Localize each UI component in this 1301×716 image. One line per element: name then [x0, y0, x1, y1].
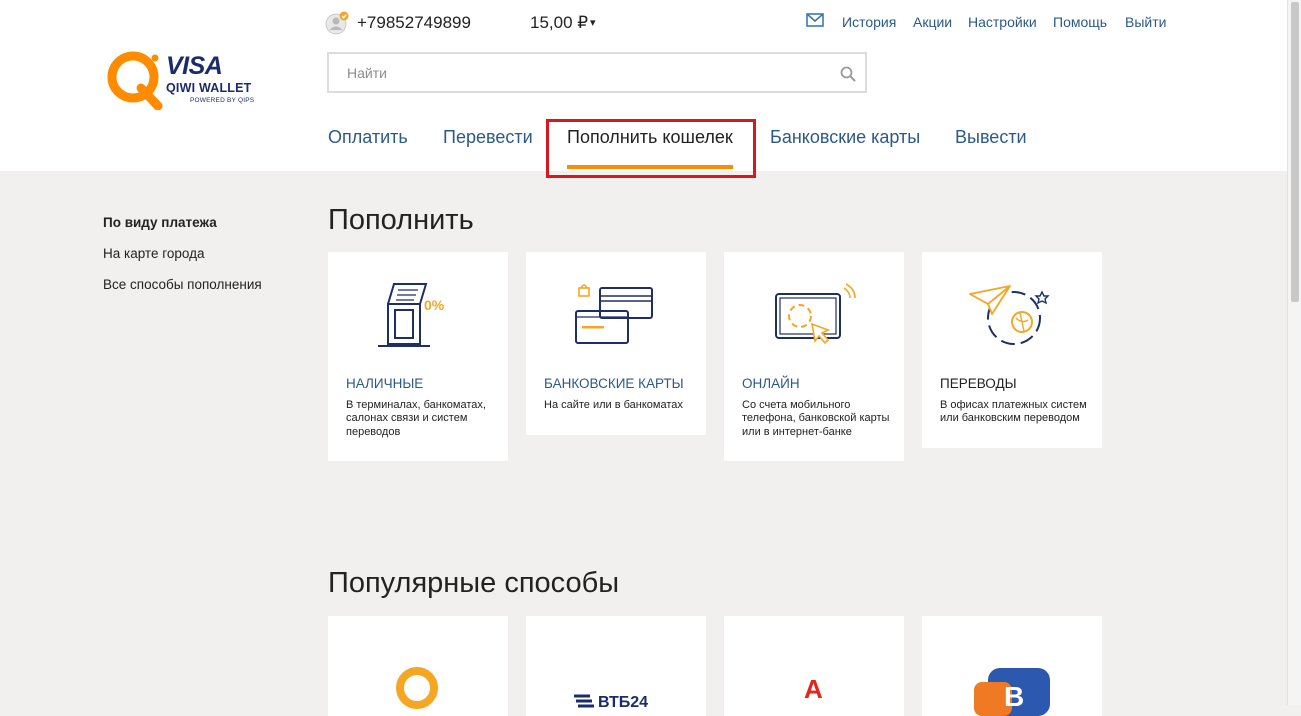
logo-product: QIWI WALLET: [166, 81, 252, 95]
card-bank-cards[interactable]: БАНКОВСКИЕ КАРТЫ На сайте или в банкомат…: [526, 252, 706, 435]
sidebar-item-by-payment-type[interactable]: По виду платежа: [103, 215, 217, 230]
nav-withdraw[interactable]: Вывести: [955, 127, 1027, 148]
vtb24-label: ВТБ24: [598, 694, 648, 710]
popular-methods-title: Популярные способы: [328, 567, 620, 599]
alfa-bank-logo-icon: А: [804, 674, 823, 704]
scrollbar-thumb[interactable]: [1291, 2, 1299, 302]
card-title: ПЕРЕВОДЫ: [940, 376, 1017, 391]
qiwi-wallet-logo[interactable]: VISA QIWI WALLET POWERED BY QIPS: [106, 50, 266, 110]
link-logout[interactable]: Выйти: [1125, 14, 1166, 30]
sidebar-item-city-map[interactable]: На карте города: [103, 246, 204, 261]
user-avatar-icon[interactable]: [325, 11, 349, 35]
terminal-icon: 0%: [378, 283, 445, 347]
card-description: Со счета мобильного телефона, банковской…: [742, 399, 890, 438]
highlight-annotation-box: [546, 119, 756, 178]
popular-card-qiwi[interactable]: [328, 616, 508, 716]
phone-number[interactable]: +79852749899: [357, 13, 471, 33]
nav-transfer[interactable]: Перевести: [443, 127, 533, 148]
card-title: НАЛИЧНЫЕ: [346, 376, 424, 391]
link-promotions[interactable]: Акции: [913, 14, 952, 30]
wallet-balance[interactable]: 15,00 ₽: [530, 13, 588, 33]
online-icon: [775, 283, 856, 345]
sidebar-item-all-methods[interactable]: Все способы пополнения: [103, 277, 262, 292]
card-title: БАНКОВСКИЕ КАРТЫ: [544, 376, 684, 391]
search-icon[interactable]: [840, 66, 856, 82]
popular-card-bank-otkritie[interactable]: B: [922, 616, 1102, 716]
link-settings[interactable]: Настройки: [968, 14, 1037, 30]
page-title: Пополнить: [328, 204, 474, 236]
link-help[interactable]: Помощь: [1053, 14, 1107, 30]
link-history[interactable]: История: [842, 14, 896, 30]
logo-tagline: POWERED BY QIPS: [190, 97, 255, 104]
svg-text:0%: 0%: [424, 297, 445, 313]
card-title: ОНЛАЙН: [742, 376, 800, 391]
nav-pay[interactable]: Оплатить: [328, 127, 408, 148]
vtb24-logo-icon: ВТБ24: [574, 694, 648, 710]
card-online[interactable]: ОНЛАЙН Со счета мобильного телефона, бан…: [724, 252, 904, 461]
svg-text:B: B: [1004, 681, 1024, 712]
search-box: [327, 52, 867, 93]
balance-dropdown-caret[interactable]: ▾: [590, 16, 596, 29]
search-input[interactable]: [329, 54, 865, 91]
bank-otkritie-logo-icon: B: [974, 668, 1050, 716]
logo-brand: VISA: [166, 52, 223, 80]
popular-card-vtb24[interactable]: ВТБ24: [526, 616, 706, 716]
card-cash[interactable]: 0% НАЛИЧНЫЕ В терминалах, банкоматах, са…: [328, 252, 508, 461]
card-description: В терминалах, банкоматах, салонах связи …: [346, 399, 486, 438]
transfers-icon: [969, 285, 1050, 345]
nav-bank-cards[interactable]: Банковские карты: [770, 127, 920, 148]
popular-card-alfa-bank[interactable]: А: [724, 616, 904, 716]
scrollbar[interactable]: [1287, 0, 1301, 705]
qiwi-logo-icon: [107, 51, 163, 110]
bank-cards-icon: [575, 284, 653, 344]
card-transfers[interactable]: ПЕРЕВОДЫ В офисах платежных систем или б…: [922, 252, 1102, 448]
qiwi-logo-icon: [396, 667, 438, 709]
mail-icon[interactable]: [806, 13, 824, 27]
card-description: В офисах платежных систем или банковским…: [940, 399, 1087, 425]
card-description: На сайте или в банкоматах: [544, 399, 683, 411]
